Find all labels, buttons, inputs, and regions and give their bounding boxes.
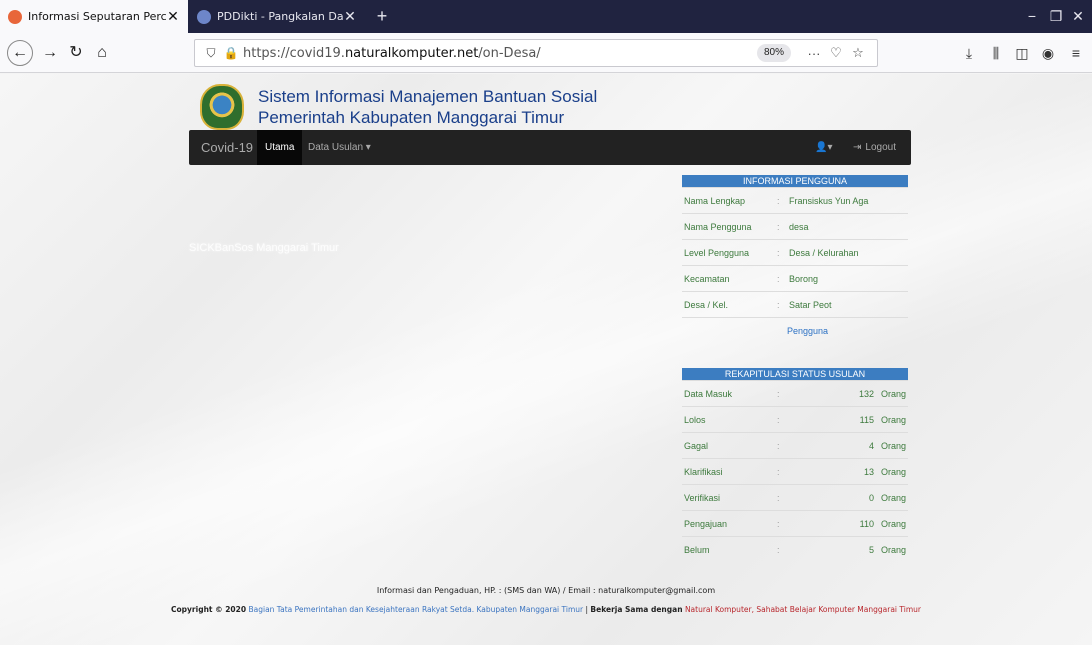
- table-row: Klarifikasi:13 Orang: [682, 458, 908, 484]
- list-item: Kecamatan: Borong: [682, 265, 908, 291]
- shield-icon[interactable]: ⛉: [203, 46, 219, 61]
- panel-heading: REKAPITULASI STATUS USULAN: [682, 368, 908, 380]
- user-menu-icon[interactable]: 👤▾: [815, 130, 832, 165]
- table-row: Verifikasi:0 Orang: [682, 484, 908, 510]
- site-title-line2: Pemerintah Kabupaten Manggarai Timur: [258, 108, 565, 127]
- address-bar[interactable]: ⛉ 🔒 https://covid19.naturalkomputer.net/…: [194, 39, 878, 67]
- back-icon[interactable]: ←: [7, 40, 33, 66]
- zoom-level-badge[interactable]: 80%: [756, 44, 791, 62]
- bookmark-star-icon[interactable]: ☆: [847, 45, 869, 61]
- footer-copyright: Copyright © 2020 Bagian Tata Pemerintaha…: [171, 605, 921, 614]
- footer-contact: Informasi dan Pengaduan, HP. : (SMS dan …: [376, 586, 716, 595]
- footer-partner-link[interactable]: Natural Komputer, Sahabat Belajar Komput…: [685, 605, 921, 614]
- table-row: Lolos:115 Orang: [682, 406, 908, 432]
- tab-pddikti[interactable]: PDDikti - Pangkalan Data Pendidikan ✕: [189, 0, 365, 33]
- site-title-line1: Sistem Informasi Manajemen Bantuan Sosia…: [258, 87, 598, 106]
- reload-icon[interactable]: ↻: [62, 39, 90, 67]
- list-item: Level Pengguna: Desa / Kelurahan: [682, 239, 908, 265]
- close-tab-icon[interactable]: ✕: [166, 8, 180, 25]
- menu-icon[interactable]: ≡: [1062, 39, 1090, 67]
- logout-icon: ⇥: [853, 142, 862, 153]
- tab-title: PDDikti - Pangkalan Data Pendidikan: [217, 10, 343, 23]
- navbar-brand[interactable]: Covid-19: [201, 130, 253, 165]
- watermark-text: SICKBanSos Manggarai Timur: [189, 242, 339, 254]
- tab-title: Informasi Seputaran Percepatan: [28, 10, 166, 23]
- lock-icon[interactable]: 🔒: [223, 46, 239, 60]
- footer-org-link[interactable]: Bagian Tata Pemerintahan dan Kesejahtera…: [248, 605, 583, 614]
- nav-item-data-usulan[interactable]: Data Usulan ▾: [300, 130, 379, 165]
- account-icon[interactable]: ◉: [1034, 39, 1062, 67]
- main-navbar: Covid-19 Utama Data Usulan ▾ 👤▾ ⇥ Logout: [189, 130, 911, 165]
- logout-button[interactable]: ⇥ Logout: [853, 130, 896, 165]
- web-page: Sistem Informasi Manajemen Bantuan Sosia…: [0, 74, 1092, 645]
- browser-toolbar: ← → ↻ ⌂ ⛉ 🔒 https://covid19.naturalkompu…: [0, 33, 1092, 73]
- sidebar-icon[interactable]: ◫: [1008, 39, 1036, 67]
- pengguna-link[interactable]: Pengguna: [682, 326, 828, 336]
- list-item: Nama Pengguna: desa: [682, 213, 908, 239]
- downloads-icon[interactable]: ⤓: [955, 39, 983, 67]
- user-info-panel: INFORMASI PENGGUNA Nama Lengkap: Fransisk…: [682, 175, 908, 343]
- site-header: Sistem Informasi Manajemen Bantuan Sosia…: [200, 80, 920, 132]
- table-row: Gagal:4 Orang: [682, 432, 908, 458]
- close-tab-icon[interactable]: ✕: [343, 8, 357, 25]
- nav-item-utama[interactable]: Utama: [257, 130, 303, 165]
- pddikti-favicon-icon: [197, 9, 211, 24]
- more-actions-icon[interactable]: ···: [803, 46, 825, 61]
- url-text[interactable]: https://covid19.naturalkomputer.net/on-D…: [243, 46, 757, 61]
- browser-tab-bar: Informasi Seputaran Percepatan ✕ PDDikti…: [0, 0, 1092, 33]
- table-row: Belum:5 Orang: [682, 536, 908, 562]
- home-icon[interactable]: ⌂: [88, 39, 116, 67]
- forward-icon[interactable]: →: [36, 39, 64, 67]
- kabupaten-logo: [200, 84, 244, 130]
- list-item: Pengguna: [682, 317, 908, 343]
- list-item: Nama Lengkap: Fransiskus Yun Aga: [682, 187, 908, 213]
- panel-heading: INFORMASI PENGGUNA: [682, 175, 908, 187]
- new-tab-button[interactable]: +: [371, 5, 393, 27]
- site-title: Sistem Informasi Manajemen Bantuan Sosia…: [258, 86, 597, 128]
- recap-panel: REKAPITULASI STATUS USULAN Data Masuk:13…: [682, 368, 908, 562]
- covid-favicon-icon: [8, 9, 22, 24]
- table-row: Data Masuk:132 Orang: [682, 380, 908, 406]
- tab-informasi-seputaran[interactable]: Informasi Seputaran Percepatan ✕: [0, 0, 188, 33]
- table-row: Pengajuan:110 Orang: [682, 510, 908, 536]
- close-window-icon[interactable]: ✕: [1058, 0, 1092, 33]
- list-item: Desa / Kel.: Satar Peot: [682, 291, 908, 317]
- library-icon[interactable]: ⫼: [982, 39, 1010, 67]
- pocket-icon[interactable]: ♡: [825, 45, 847, 61]
